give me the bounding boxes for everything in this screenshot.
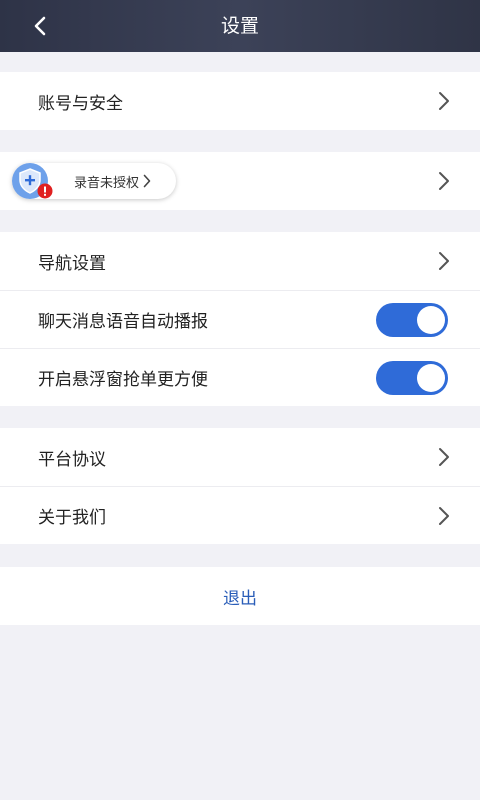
recording-section: 录音未授权 — [0, 152, 480, 210]
float-window-toggle[interactable] — [376, 360, 448, 395]
chat-voice-toggle[interactable] — [376, 302, 448, 337]
chevron-right-icon — [439, 172, 449, 190]
account-security-label: 账号与安全 — [38, 93, 123, 114]
navigation-settings-label: 导航设置 — [38, 253, 106, 274]
chevron-right-icon — [439, 252, 449, 270]
chat-voice-label: 聊天消息语音自动播报 — [38, 312, 208, 332]
platform-agreement-row[interactable]: 平台协议 — [0, 428, 480, 486]
recording-permission-label: 录音未授权 — [74, 175, 140, 191]
float-window-label: 开启悬浮窗抢单更方便 — [38, 370, 208, 390]
chevron-right-icon — [439, 448, 449, 466]
shield-plus-warning-icon — [12, 163, 53, 199]
toggle-knob — [417, 363, 445, 392]
recording-permission-badge[interactable]: 录音未授权 — [12, 163, 176, 199]
settings-section: 导航设置 聊天消息语音自动播报 开启悬浮窗抢单更方便 — [0, 232, 480, 406]
toggle-knob — [417, 305, 445, 334]
about-us-label: 关于我们 — [38, 508, 106, 528]
top-bar: 设置 — [0, 0, 480, 52]
chat-voice-row: 聊天消息语音自动播报 — [0, 290, 480, 348]
chevron-right-icon — [439, 92, 449, 110]
logout-button[interactable]: 退出 — [0, 567, 480, 625]
page-title: 设置 — [220, 15, 259, 37]
platform-agreement-label: 平台协议 — [38, 449, 106, 470]
navigation-settings-row[interactable]: 导航设置 — [0, 232, 480, 290]
chevron-right-icon — [143, 174, 151, 188]
recording-permission-row[interactable]: 录音未授权 — [0, 152, 480, 210]
about-us-row[interactable]: 关于我们 — [0, 486, 480, 544]
chevron-right-icon — [439, 506, 449, 525]
account-section: 账号与安全 — [0, 72, 480, 130]
float-window-row: 开启悬浮窗抢单更方便 — [0, 348, 480, 406]
logout-label: 退出 — [223, 588, 257, 609]
account-security-row[interactable]: 账号与安全 — [0, 72, 480, 130]
info-section: 平台协议 关于我们 — [0, 428, 480, 544]
